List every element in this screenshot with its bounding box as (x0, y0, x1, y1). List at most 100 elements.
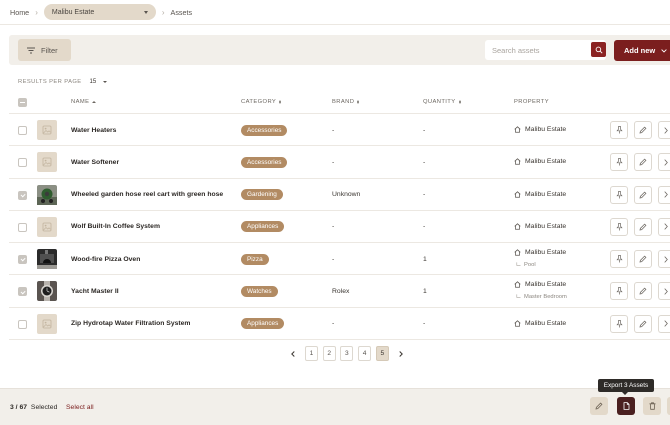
next-page-button[interactable] (396, 348, 406, 359)
column-header-quantity[interactable]: QUANTITY (423, 99, 461, 105)
asset-name[interactable]: Wheeled garden hose reel cart with green… (71, 191, 223, 198)
pin-button[interactable] (610, 121, 628, 139)
search-input[interactable] (492, 45, 587, 55)
select-all-checkbox[interactable] (18, 98, 27, 107)
asset-brand: Unknown (332, 191, 361, 199)
image-placeholder-icon (42, 157, 52, 167)
asset-quantity: 1 (423, 255, 427, 263)
pin-icon (615, 190, 623, 199)
row-checkbox[interactable] (18, 158, 27, 168)
column-category-label: CATEGORY (241, 99, 277, 105)
chevron-left-icon (291, 350, 295, 357)
pin-button[interactable] (610, 217, 628, 236)
asset-property: Malibu Estate (514, 281, 566, 288)
image-placeholder-icon (42, 125, 52, 135)
breadcrumb-home[interactable]: Home (10, 8, 29, 17)
page-button[interactable]: 2 (322, 346, 336, 361)
row-checkbox[interactable] (18, 126, 27, 135)
select-all-link[interactable]: Select all (66, 404, 94, 411)
asset-thumbnail (37, 120, 57, 140)
open-details-button[interactable] (658, 282, 670, 301)
home-icon (514, 126, 521, 133)
edit-button[interactable] (634, 185, 652, 204)
open-details-button[interactable] (658, 153, 670, 172)
page-button[interactable]: 1 (305, 346, 318, 361)
edit-button[interactable] (634, 121, 652, 139)
column-header-name[interactable]: NAME (71, 99, 97, 105)
row-checkbox[interactable] (18, 222, 27, 232)
open-details-button[interactable] (658, 121, 670, 139)
asset-name[interactable]: Wood-fire Pizza Oven (71, 256, 140, 263)
asset-thumbnail (37, 216, 57, 237)
table-row[interactable]: Yacht Master II Watches Rolex 1 Malibu Estat… (9, 275, 670, 308)
asset-brand: Rolex (332, 287, 350, 295)
pencil-icon (639, 191, 647, 199)
page-button[interactable]: 4 (358, 346, 372, 361)
asset-name[interactable]: Yacht Master II (71, 288, 119, 295)
property-name: Malibu Estate (525, 319, 567, 327)
open-details-button[interactable] (658, 250, 670, 269)
edit-button[interactable] (634, 314, 652, 333)
edit-button[interactable] (634, 250, 652, 269)
pin-button[interactable] (610, 282, 628, 301)
asset-property: Malibu Estate (514, 126, 566, 133)
row-checkbox[interactable] (18, 319, 27, 329)
asset-name[interactable]: Water Heaters (71, 127, 116, 134)
category-badge: Appliances (241, 221, 285, 233)
results-per-page-value[interactable]: 15 (90, 79, 97, 85)
table-row[interactable]: Water Softener Accessories - - Malibu Estate (9, 146, 670, 179)
table-row[interactable]: Wood-fire Pizza Oven Pizza - 1 Malibu Estate… (9, 243, 670, 276)
chevron-right-icon (663, 159, 668, 166)
open-details-button[interactable] (658, 217, 670, 236)
open-details-button[interactable] (658, 185, 670, 204)
page-button[interactable]: 3 (340, 346, 354, 361)
asset-brand: - (332, 223, 335, 231)
edit-button[interactable] (634, 153, 652, 172)
pencil-icon (639, 126, 647, 134)
chevron-right-icon (663, 256, 668, 263)
asset-name[interactable]: Water Softener (71, 159, 119, 166)
filter-button[interactable]: Filter (18, 39, 71, 61)
row-checkbox[interactable] (18, 190, 27, 200)
chevron-right-icon: › (161, 7, 165, 17)
page-button[interactable]: 5 (375, 346, 389, 361)
row-checkbox[interactable] (18, 255, 27, 265)
table-row[interactable]: Wolf Built-In Coffee System Appliances - - M… (9, 211, 670, 244)
pin-icon (615, 158, 623, 166)
property-selector-value: Malibu Estate (51, 8, 95, 16)
pin-button[interactable] (610, 153, 628, 172)
column-header-brand[interactable]: BRAND (332, 99, 360, 105)
asset-name[interactable]: Zip Hydrotap Water Filtration System (71, 320, 190, 327)
pin-button[interactable] (610, 314, 628, 333)
export-button[interactable] (617, 397, 635, 415)
asset-quantity: 1 (423, 287, 427, 295)
asset-quantity: - (423, 191, 426, 199)
bulk-delete-button[interactable] (643, 397, 661, 415)
export-tooltip: Export 3 Assets (598, 379, 654, 395)
edit-button[interactable] (634, 217, 652, 236)
asset-thumbnail (37, 184, 57, 205)
row-checkbox[interactable] (18, 287, 27, 297)
open-details-button[interactable] (658, 314, 670, 333)
prev-page-button[interactable] (288, 348, 298, 359)
table-row[interactable]: Wheeled garden hose reel cart with green… (9, 179, 670, 211)
search-button[interactable] (591, 42, 606, 57)
caret-down-icon[interactable] (103, 81, 108, 83)
results-per-page: RESULTS PER PAGE 15 (18, 79, 108, 85)
table-row[interactable]: Water Heaters Accessories - - Malibu Estate (9, 114, 670, 147)
asset-thumbnail (37, 281, 57, 302)
bulk-edit-button[interactable] (590, 397, 608, 415)
table-row[interactable]: Zip Hydrotap Water Filtration System Appl… (9, 308, 670, 341)
table-body: Water Heaters Accessories - - Malibu Estate W… (9, 114, 670, 341)
filter-icon (27, 47, 35, 53)
pencil-icon (639, 223, 647, 231)
pin-button[interactable] (610, 185, 628, 204)
edit-button[interactable] (634, 282, 652, 301)
chevron-right-icon (663, 191, 668, 198)
asset-name[interactable]: Wolf Built-In Coffee System (71, 223, 160, 230)
add-new-button[interactable]: Add new (614, 40, 670, 61)
column-header-category[interactable]: CATEGORY (241, 99, 282, 105)
property-selector[interactable]: Malibu Estate (43, 4, 156, 20)
pin-button[interactable] (610, 250, 628, 269)
chevron-right-icon (399, 350, 403, 357)
